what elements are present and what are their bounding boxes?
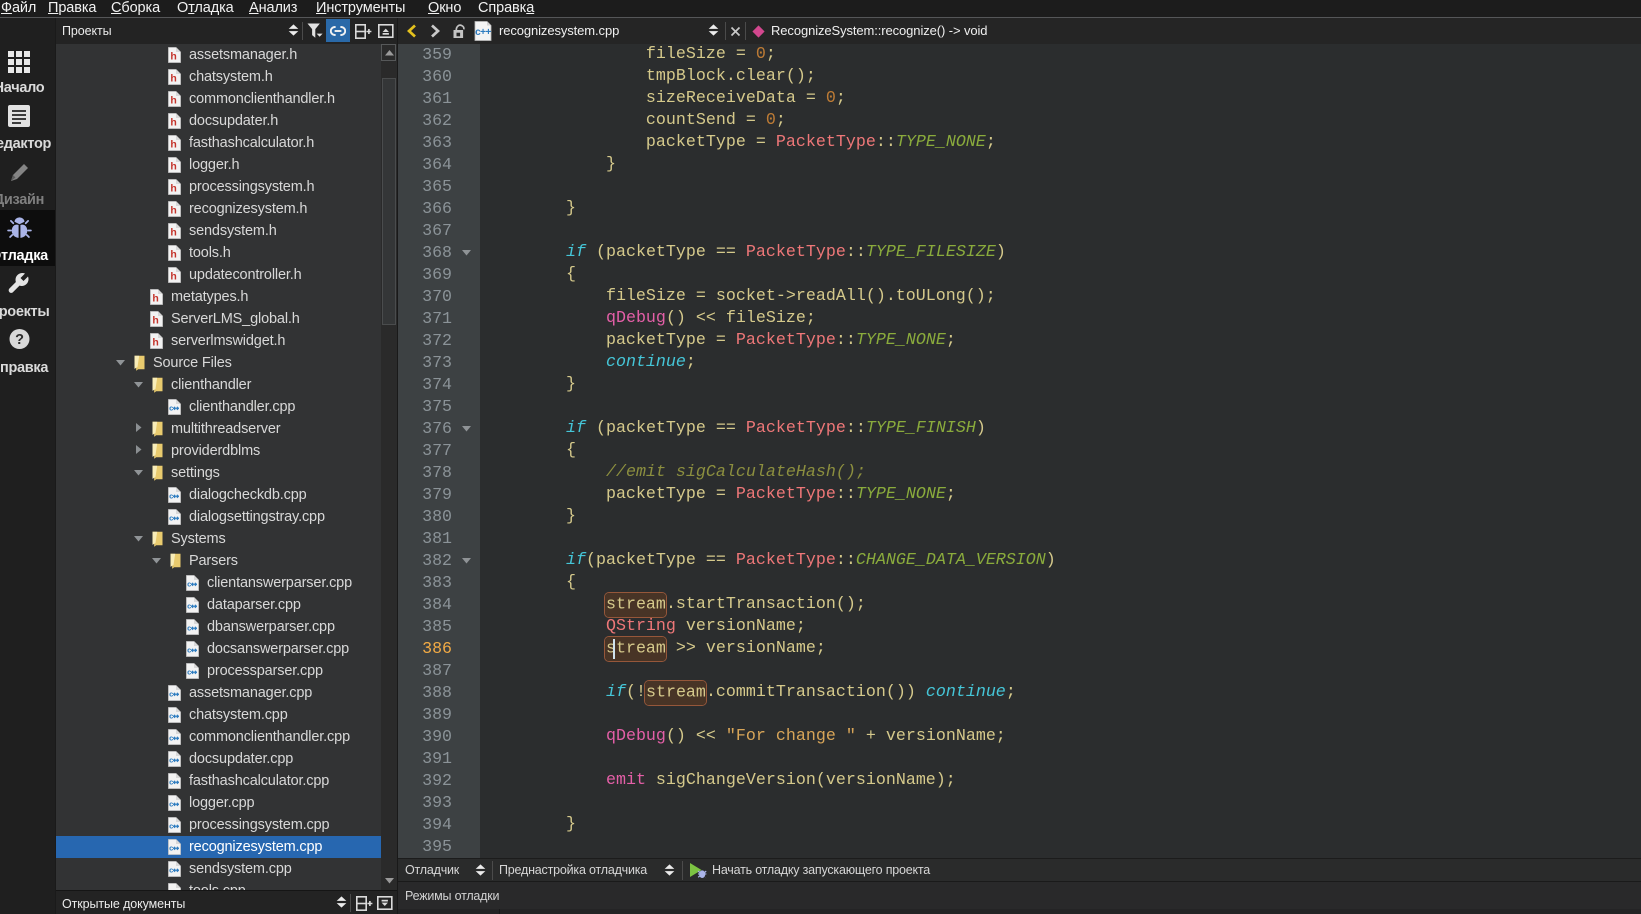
svg-text:c: c [169, 866, 173, 875]
svg-text:c: c [169, 756, 173, 765]
svg-text:h: h [170, 227, 176, 239]
svg-text:c: c [187, 668, 191, 677]
svg-text:h: h [170, 249, 176, 261]
svg-text:c++: c++ [475, 27, 491, 38]
svg-text:c: c [169, 778, 173, 787]
svg-text:c: c [169, 822, 173, 831]
svg-text:h: h [170, 139, 176, 151]
svg-text:c: c [169, 800, 173, 809]
svg-text:c: c [187, 624, 191, 633]
svg-text:c: c [169, 734, 173, 743]
svg-text:c: c [169, 844, 173, 853]
svg-text:h: h [152, 293, 158, 305]
svg-text:c: c [169, 404, 173, 413]
svg-text:c: c [169, 514, 173, 523]
svg-text:?: ? [15, 332, 24, 348]
svg-text:h: h [170, 95, 176, 107]
svg-text:c: c [187, 646, 191, 655]
svg-text:c: c [169, 712, 173, 721]
svg-text:c: c [187, 580, 191, 589]
svg-text:h: h [170, 161, 176, 173]
svg-text:h: h [170, 51, 176, 63]
svg-text:c: c [187, 602, 191, 611]
svg-text:c: c [169, 690, 173, 699]
svg-text:h: h [152, 315, 158, 327]
svg-text:h: h [170, 271, 176, 283]
svg-text:h: h [170, 205, 176, 217]
svg-text:h: h [170, 73, 176, 85]
svg-text:h: h [170, 183, 176, 195]
svg-text:h: h [152, 337, 158, 349]
svg-text:c: c [169, 492, 173, 501]
svg-text:h: h [170, 117, 176, 129]
